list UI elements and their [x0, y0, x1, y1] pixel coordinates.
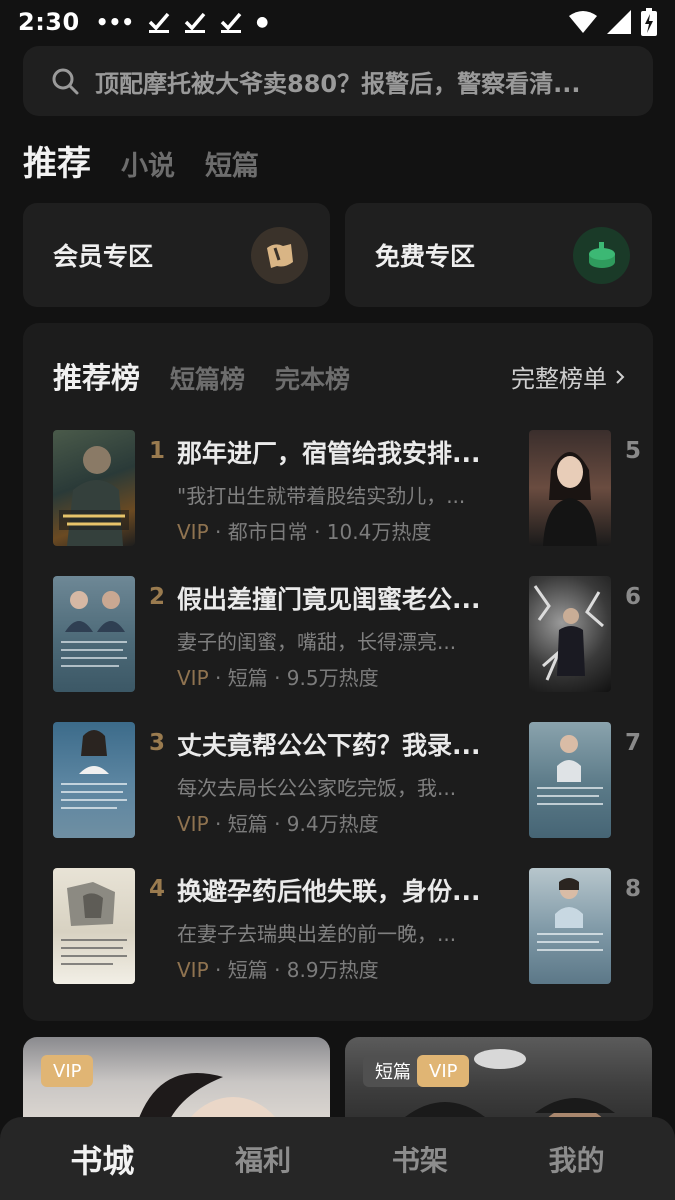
- nav-bookstore[interactable]: 书城: [70, 1136, 134, 1182]
- bottom-nav: 书城 福利 书架 我的: [0, 1117, 675, 1200]
- check-icon: [220, 12, 242, 33]
- tab-novel[interactable]: 小说: [121, 144, 175, 183]
- book-cover[interactable]: [53, 722, 135, 838]
- book-meta: VIP · 都市日常 · 10.4万热度: [177, 520, 432, 544]
- more-icon: •••: [95, 10, 135, 34]
- vip-tag: VIP: [41, 1055, 94, 1087]
- ranking-panel: 推荐榜 短篇榜 完本榜 完整榜单 1 那年进厂，宿管给我安排... "我打出生就…: [23, 323, 653, 1021]
- book-title: 假出差撞门竟见闺蜜老公...: [177, 585, 481, 614]
- book-meta: VIP · 短篇 · 9.4万热度: [177, 812, 379, 836]
- ranking-tabs: 推荐榜 短篇榜 完本榜: [53, 355, 350, 397]
- signal-icon: [607, 10, 631, 34]
- rank-number: 1: [149, 438, 166, 464]
- nav-welfare[interactable]: 福利: [235, 1139, 291, 1179]
- short-tag: 短篇: [363, 1055, 423, 1087]
- book-cover[interactable]: [529, 576, 611, 692]
- book-cover[interactable]: [529, 722, 611, 838]
- book-genre: 短篇: [227, 958, 268, 982]
- full-list-label: 完整榜单: [511, 365, 607, 393]
- tab-short-rank[interactable]: 短篇榜: [170, 360, 245, 396]
- chevron-right-icon: [616, 369, 625, 384]
- free-zone-label: 免费专区: [375, 242, 476, 271]
- book-cover[interactable]: [53, 576, 135, 692]
- tab-short[interactable]: 短篇: [205, 144, 259, 183]
- book-desc: 妻子的闺蜜，嘴甜，长得漂亮...: [177, 630, 457, 654]
- status-bar: 2:30 ••• ●: [0, 0, 675, 44]
- vip-zone-card[interactable]: 会员专区: [23, 203, 330, 307]
- search-icon: [52, 68, 79, 95]
- book-cover[interactable]: [529, 430, 611, 546]
- ranking-row[interactable]: 2 假出差撞门竟见闺蜜老公... 妻子的闺蜜，嘴甜，长得漂亮... VIP · …: [53, 576, 653, 692]
- vip-label: VIP: [177, 812, 209, 836]
- rank-number: 6: [625, 584, 642, 610]
- free-zone-card[interactable]: 免费专区: [345, 203, 652, 307]
- full-list-link[interactable]: 完整榜单: [511, 359, 625, 394]
- check-icon: [148, 12, 170, 33]
- dot-icon: ●: [256, 14, 269, 30]
- book-cover[interactable]: [53, 430, 135, 546]
- rank-number: 7: [625, 730, 642, 756]
- vip-zone-label: 会员专区: [53, 242, 154, 271]
- vip-label: VIP: [177, 666, 209, 690]
- book-meta: VIP · 短篇 · 8.9万热度: [177, 958, 379, 982]
- check-icon: [184, 12, 206, 33]
- rank-number: 4: [149, 876, 166, 902]
- tab-complete-rank[interactable]: 完本榜: [275, 360, 350, 396]
- rank-number: 3: [149, 730, 166, 756]
- rank-number: 2: [149, 584, 166, 610]
- book-title: 那年进厂，宿管给我安排...: [177, 439, 481, 468]
- ranking-row[interactable]: 4 换避孕药后他失联，身份... 在妻子去瑞典出差的前一晚，... VIP · …: [53, 868, 653, 984]
- notification-icons: ••• ●: [96, 10, 269, 34]
- battery-charging-icon: [641, 8, 657, 36]
- vip-label: VIP: [177, 520, 209, 544]
- tab-recommend[interactable]: 推荐: [23, 136, 91, 185]
- book-desc: 每次去局长公公家吃完饭，我...: [177, 776, 457, 800]
- book-title: 丈夫竟帮公公下药？我录...: [177, 731, 481, 760]
- ranking-row[interactable]: 3 丈夫竟帮公公下药？我录... 每次去局长公公家吃完饭，我... VIP · …: [53, 722, 653, 838]
- nav-bookshelf[interactable]: 书架: [392, 1139, 448, 1179]
- search-placeholder: 顶配摩托被大爷卖880？报警后，警察看清...: [95, 69, 581, 98]
- book-heat: 9.4万热度: [286, 812, 379, 836]
- ranking-row[interactable]: 1 那年进厂，宿管给我安排... "我打出生就带着股结实劲儿，... VIP ·…: [53, 430, 653, 546]
- book-genre: 短篇: [227, 812, 268, 836]
- status-time: 2:30: [18, 8, 80, 36]
- vip-tag: VIP: [417, 1055, 470, 1087]
- tab-recommend-rank[interactable]: 推荐榜: [53, 355, 140, 397]
- book-cover[interactable]: [53, 868, 135, 984]
- book-heat: 10.4万热度: [326, 520, 432, 544]
- book-genre: 都市日常: [227, 520, 308, 544]
- rank-number: 5: [625, 438, 642, 464]
- wifi-icon: [569, 11, 597, 33]
- book-title: 换避孕药后他失联，身份...: [177, 877, 481, 906]
- search-bar[interactable]: 顶配摩托被大爷卖880？报警后，警察看清...: [23, 46, 653, 116]
- book-meta: VIP · 短篇 · 9.5万热度: [177, 666, 379, 690]
- book-heat: 8.9万热度: [286, 958, 379, 982]
- book-cover[interactable]: [529, 868, 611, 984]
- category-tabs: 推荐 小说 短篇: [23, 136, 259, 185]
- book-genre: 短篇: [227, 666, 268, 690]
- vip-label: VIP: [177, 958, 209, 982]
- book-desc: "我打出生就带着股结实劲儿，...: [177, 484, 466, 508]
- vip-zone-icon: [251, 226, 308, 284]
- book-desc: 在妻子去瑞典出差的前一晚，...: [177, 922, 457, 946]
- free-zone-icon: [573, 226, 630, 284]
- nav-profile[interactable]: 我的: [549, 1139, 605, 1179]
- rank-number: 8: [625, 876, 642, 902]
- book-heat: 9.5万热度: [286, 666, 379, 690]
